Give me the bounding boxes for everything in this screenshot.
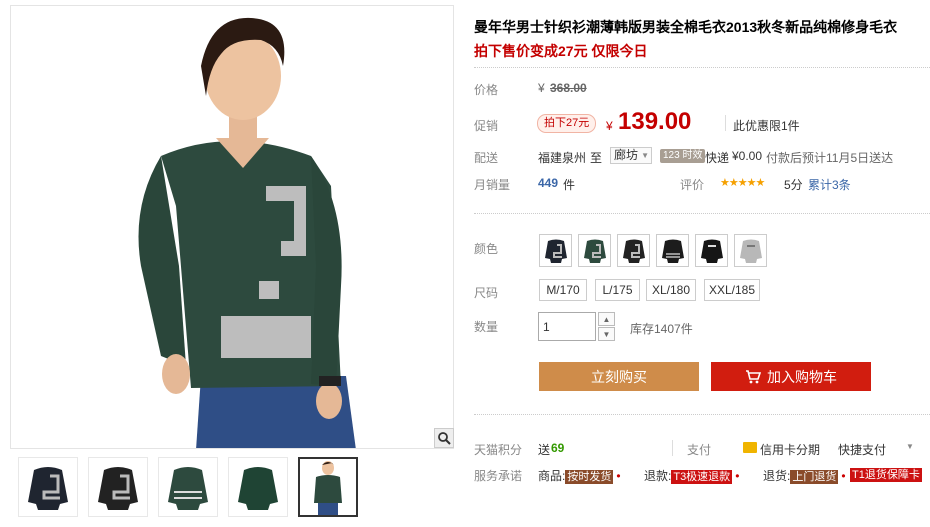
service-refund-tag[interactable]: T3极速退款 xyxy=(671,470,733,484)
price-label: 价格 xyxy=(474,83,499,97)
bullet: • xyxy=(735,469,740,483)
service-refund: 退款: T3极速退款 • xyxy=(644,467,742,484)
shipping-fee: ¥0.00 xyxy=(732,149,763,163)
chevron-down-icon: ▼ xyxy=(641,151,649,160)
divider xyxy=(474,414,930,415)
time-badge: 123 时效 xyxy=(660,149,706,163)
credit-installment[interactable]: 信用卡分期 xyxy=(760,441,820,458)
divider xyxy=(725,115,726,131)
thumbnail-strip xyxy=(10,451,454,523)
shipping-from: 福建泉州 xyxy=(538,151,587,165)
size-label: 尺码 xyxy=(474,286,499,300)
sales-label: 月销量 xyxy=(474,178,511,192)
destination-value: 廊坊 xyxy=(614,148,639,162)
product-title: 曼年华男士针织衫潮薄韩版男装全棉毛衣2013秋冬新品纯棉修身毛衣 xyxy=(474,19,898,35)
destination-select[interactable]: 廊坊 ▼ xyxy=(610,147,652,164)
service-goods: 商品: 按时发货 • xyxy=(538,467,624,484)
service-t1: T1退货保障卡 xyxy=(850,467,922,482)
thumbnail-black[interactable] xyxy=(88,457,148,517)
promo-tag: 拍下27元 xyxy=(537,114,597,133)
pay-label: 支付 xyxy=(687,443,712,457)
promo-label: 促销 xyxy=(474,119,499,133)
magnifier-icon[interactable] xyxy=(434,428,454,448)
color-option-black-stripe[interactable] xyxy=(656,234,689,267)
size-option-l[interactable]: L/175 xyxy=(595,279,640,301)
buy-now-button[interactable]: 立刻购买 xyxy=(539,362,699,391)
rating-label: 评价 xyxy=(680,178,705,192)
quantity-increase-button[interactable]: ▲ xyxy=(598,312,615,326)
stock-text: 库存1407件 xyxy=(630,322,693,336)
promo-note: 此优惠限1件 xyxy=(733,119,800,133)
credit-card-icon xyxy=(743,442,757,453)
points-value: 69 xyxy=(551,441,565,455)
quantity-label: 数量 xyxy=(474,320,499,334)
color-option-black[interactable] xyxy=(617,234,650,267)
service-goods-label: 商品: xyxy=(538,469,566,483)
color-option-green[interactable] xyxy=(578,234,611,267)
sales-unit: 件 xyxy=(563,178,576,192)
thumbnail-green-plain[interactable] xyxy=(228,457,288,517)
shipping-label: 配送 xyxy=(474,151,499,165)
bullet: • xyxy=(841,469,846,483)
shipping-method: 快递 xyxy=(705,151,730,165)
original-price: 368.00 xyxy=(550,81,587,95)
bullet: • xyxy=(616,469,621,483)
service-goods-tag[interactable]: 按时发货 xyxy=(565,470,614,484)
thumbnail-model[interactable] xyxy=(298,457,358,517)
size-option-xxl[interactable]: XXL/185 xyxy=(704,279,760,301)
add-to-cart-label: 加入购物车 xyxy=(767,368,837,385)
sales-count: 449 xyxy=(538,176,559,190)
points-prefix: 送 xyxy=(538,443,551,457)
color-option-navy[interactable] xyxy=(539,234,572,267)
shipping-eta: 付款后预计11月5日送达 xyxy=(766,151,894,165)
reviews-link[interactable]: 累计3条 xyxy=(808,176,851,193)
color-label: 颜色 xyxy=(474,242,499,256)
shipping-to-word: 至 xyxy=(590,151,603,165)
divider xyxy=(672,440,673,456)
rating-stars: ★★★★★ xyxy=(720,177,765,189)
rating-score: 5分 xyxy=(784,178,803,192)
price-currency: ¥ xyxy=(538,81,545,95)
quick-pay[interactable]: 快捷支付 xyxy=(838,441,886,458)
add-to-cart-button[interactable]: 加入购物车 xyxy=(711,362,871,391)
cart-icon xyxy=(746,369,761,383)
points-label: 天猫积分 xyxy=(474,443,523,457)
main-product-photo[interactable] xyxy=(10,5,454,449)
quantity-input[interactable] xyxy=(538,312,596,341)
thumbnail-green[interactable] xyxy=(158,457,218,517)
service-label: 服务承诺 xyxy=(474,469,523,483)
service-return-label: 退货: xyxy=(763,469,791,483)
promo-price: 139.00 xyxy=(618,108,692,135)
service-return: 退货: 上门退货 • xyxy=(763,467,849,484)
service-refund-label: 退款: xyxy=(644,469,672,483)
thumbnail-navy[interactable] xyxy=(18,457,78,517)
service-t1-tag[interactable]: T1退货保障卡 xyxy=(850,468,922,482)
color-option-grey-logo[interactable] xyxy=(734,234,767,267)
size-option-m[interactable]: M/170 xyxy=(539,279,587,301)
service-return-tag[interactable]: 上门退货 xyxy=(790,470,839,484)
quantity-decrease-button[interactable]: ▼ xyxy=(598,327,615,341)
divider xyxy=(474,67,930,68)
chevron-down-icon[interactable]: ▼ xyxy=(906,442,914,451)
size-option-xl[interactable]: XL/180 xyxy=(646,279,696,301)
promo-currency: ¥ xyxy=(606,119,613,133)
divider xyxy=(474,213,930,214)
color-option-black-logo[interactable] xyxy=(695,234,728,267)
product-subtitle: 拍下售价变成27元 仅限今日 xyxy=(474,43,648,59)
